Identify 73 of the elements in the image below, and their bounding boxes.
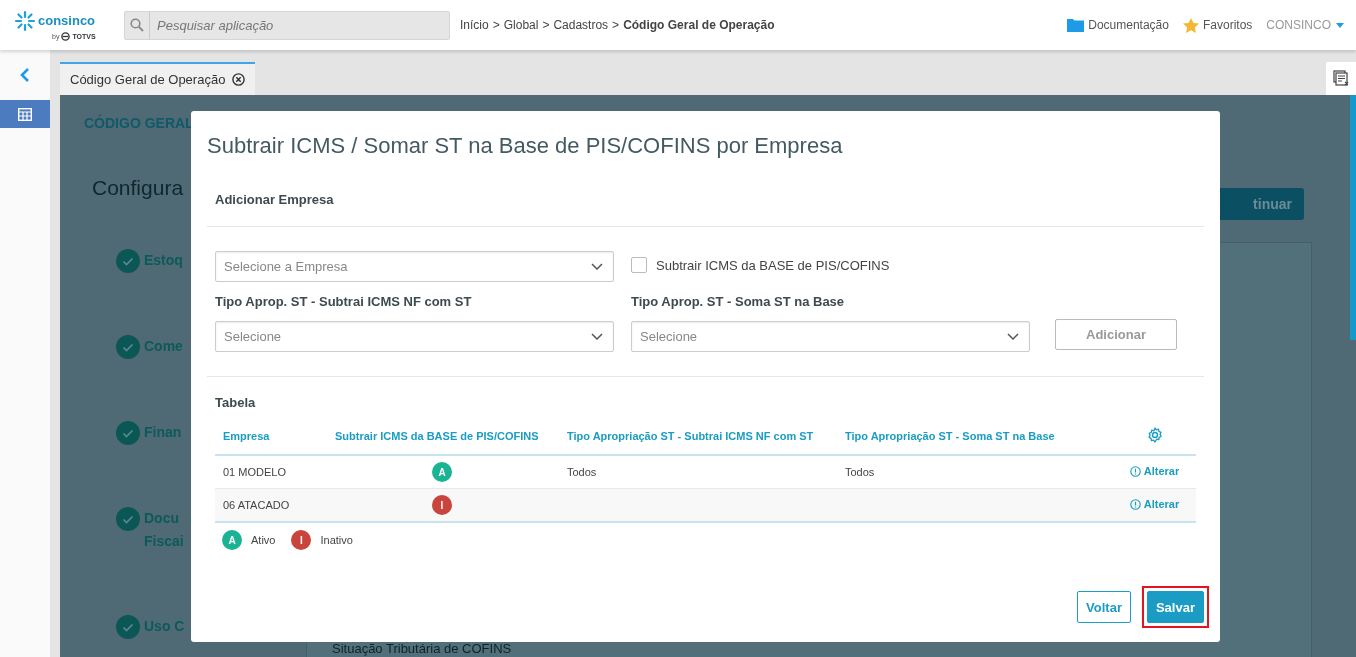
select-field[interactable]: Selecione (215, 321, 614, 352)
sidebar-item[interactable] (0, 100, 50, 128)
legend-label: Inativo (320, 534, 353, 546)
breadcrumb-link[interactable]: Cadastros (553, 18, 609, 32)
step-label: Docu Fiscai (144, 509, 184, 551)
select-field[interactable]: Selecione (631, 321, 1030, 352)
field-label: Tipo Aprop. ST - Subtrai ICMS NF com ST (215, 294, 473, 309)
table-cell: 01 MODELO (215, 455, 325, 489)
status-badge: A (432, 462, 452, 482)
header-link[interactable]: Documentação (1067, 18, 1169, 32)
section-title: Adicionar Empresa (215, 192, 335, 207)
breadcrumb-separator: > (542, 18, 550, 32)
info-icon (1129, 465, 1141, 477)
tab[interactable]: Código Geral de Operação (60, 62, 256, 95)
edit-link[interactable]: Alterar (1129, 465, 1180, 478)
table-cell: Todos (567, 466, 597, 478)
breadcrumb-link[interactable]: Início (460, 18, 489, 32)
logo-wordmark: consinco (38, 13, 96, 28)
caret-icon (1336, 22, 1344, 28)
logo-burst-icon (14, 9, 36, 32)
chevron-down-icon (1007, 333, 1019, 340)
search-input[interactable]: Pesquisar aplicação (150, 16, 449, 34)
scrollbar[interactable] (1350, 95, 1356, 340)
close-icon[interactable] (232, 73, 246, 86)
save-button[interactable]: Salvar (1146, 591, 1204, 623)
calendar-icon (18, 107, 32, 121)
column-header: Empresa (215, 418, 325, 455)
checkbox[interactable] (631, 257, 647, 273)
status-badge: I (291, 530, 312, 550)
search-field[interactable]: Pesquisar aplicação (124, 10, 450, 40)
table-title: Tabela (215, 395, 257, 410)
check-circle-icon (116, 249, 140, 273)
breadcrumb-separator: > (612, 18, 620, 32)
section-title: Situação Tributária de COFINS (332, 642, 512, 656)
field-label: Tipo Aprop. ST - Soma ST na Base (631, 294, 846, 309)
user-menu[interactable]: CONSINCO (1266, 18, 1344, 32)
checkbox-label: Subtrair ICMS da BASE de PIS/COFINS (656, 257, 890, 273)
column-header: Tipo Apropriação ST - Subtrai ICMS NF com ST (559, 418, 837, 455)
status-badge: I (432, 495, 452, 515)
back-button[interactable]: Voltar (1077, 591, 1131, 623)
document-stack-icon (1332, 70, 1350, 87)
table-cell: Todos (845, 466, 875, 478)
breadcrumb-link[interactable]: Global (503, 18, 539, 32)
header-link[interactable]: Favoritos (1182, 17, 1253, 33)
page-title: Configura (92, 176, 184, 200)
company-select[interactable]: Selecione a Empresa (215, 251, 614, 282)
chevron-down-icon (591, 333, 603, 340)
chevron-left-icon (20, 68, 30, 82)
info-icon (1129, 498, 1141, 510)
breadcrumb-separator: > (492, 18, 500, 32)
modal-title: Subtrair ICMS / Somar ST na Base de PIS/COFINS por Empresa (207, 133, 844, 159)
totvs-circle-icon (61, 31, 71, 41)
status-badge: A (222, 530, 242, 550)
chevron-down-icon (591, 263, 603, 270)
settings-icon[interactable] (1146, 427, 1163, 443)
toolbar-button[interactable] (1326, 62, 1356, 95)
tab-label: Código Geral de Operação (70, 72, 226, 87)
step-label: Finan (144, 423, 182, 442)
legend-label: Ativo (251, 534, 276, 546)
page-heading: CÓDIGO GERAL (84, 115, 195, 131)
star-icon (1182, 17, 1199, 33)
folder-icon (1067, 18, 1085, 32)
check-circle-icon (116, 615, 140, 639)
check-circle-icon (116, 507, 140, 531)
step-label: Come (144, 337, 183, 356)
step-label: Uso C (144, 617, 185, 636)
column-header: Subtrair ICMS da BASE de PIS/COFINS (325, 418, 559, 455)
check-circle-icon (116, 335, 140, 359)
search-icon (130, 18, 144, 32)
check-circle-icon (116, 421, 140, 445)
column-header: Tipo Apropriação ST - Soma ST na Base (837, 418, 1113, 455)
step-label: Estoq (144, 251, 183, 270)
table-cell: 06 ATACADO (215, 488, 325, 522)
